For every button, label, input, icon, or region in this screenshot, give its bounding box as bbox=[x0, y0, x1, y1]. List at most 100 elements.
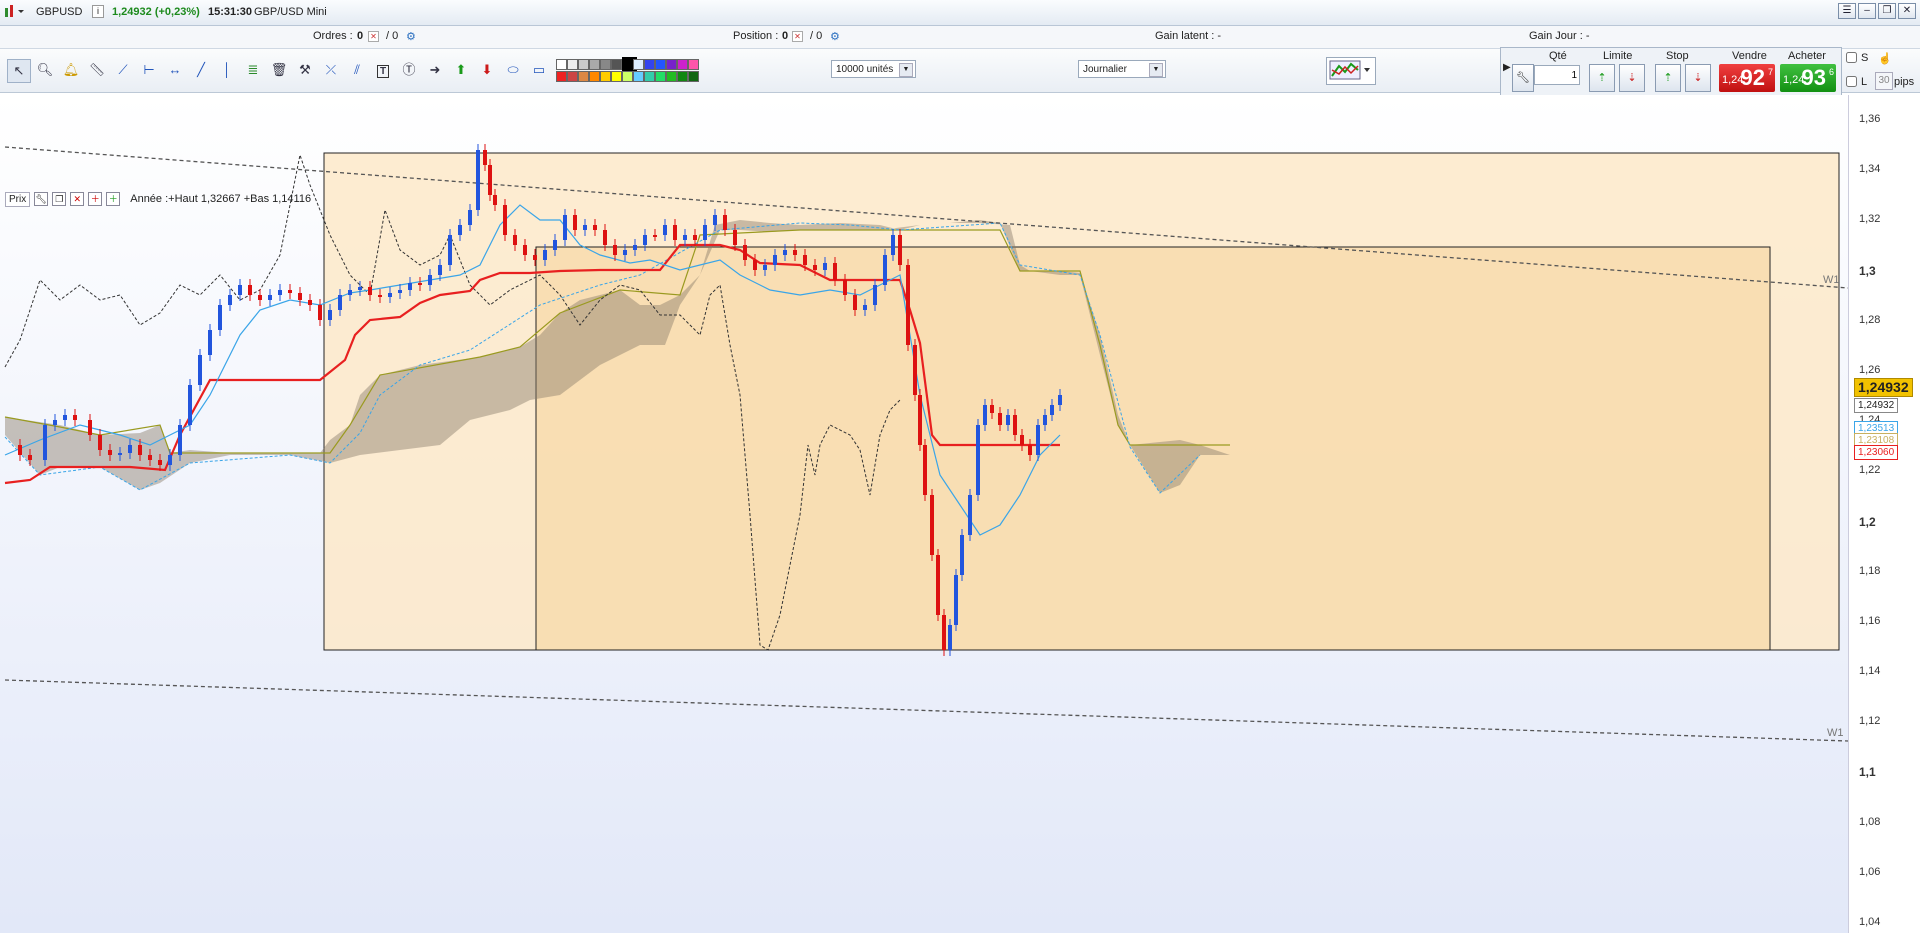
vline-icon[interactable]: │ bbox=[216, 59, 238, 81]
candle-body[interactable] bbox=[743, 245, 747, 260]
swatch-teal[interactable] bbox=[644, 71, 655, 82]
swatch-grey2[interactable] bbox=[578, 59, 589, 70]
swatch-darkred[interactable] bbox=[567, 71, 578, 82]
candle-body[interactable] bbox=[663, 225, 667, 235]
orders-close-icon[interactable]: ✕ bbox=[368, 30, 379, 42]
sell-button[interactable]: 1,24 92 7 bbox=[1719, 64, 1775, 92]
candle-body[interactable] bbox=[148, 455, 152, 460]
candle-body[interactable] bbox=[954, 575, 958, 625]
candle-body[interactable] bbox=[863, 305, 867, 310]
candle-body[interactable] bbox=[603, 230, 607, 245]
candle-body[interactable] bbox=[813, 265, 817, 270]
swatch-lightblue[interactable] bbox=[633, 59, 644, 70]
candle-body[interactable] bbox=[713, 215, 717, 225]
minimize-icon[interactable]: – bbox=[1858, 3, 1876, 19]
candle-body[interactable] bbox=[1036, 425, 1040, 455]
candle-body[interactable] bbox=[923, 445, 927, 495]
trash-icon[interactable]: 🗑︎ bbox=[268, 59, 290, 81]
candle-body[interactable] bbox=[623, 250, 627, 255]
stop-buy-icon[interactable]: ⇡ bbox=[1655, 64, 1681, 92]
swatch-royal[interactable] bbox=[655, 59, 666, 70]
candle-body[interactable] bbox=[633, 245, 637, 250]
candle-body[interactable] bbox=[418, 283, 422, 285]
collapse-arrow-icon[interactable]: ▶ bbox=[1503, 62, 1511, 73]
candle-body[interactable] bbox=[563, 215, 567, 240]
candle-body[interactable] bbox=[906, 265, 910, 345]
position-gear-icon[interactable]: ⚙ bbox=[830, 30, 840, 43]
candle-body[interactable] bbox=[803, 255, 807, 265]
candle-body[interactable] bbox=[773, 255, 777, 265]
candle-body[interactable] bbox=[968, 495, 972, 535]
candle-body[interactable] bbox=[523, 245, 527, 255]
candle-body[interactable] bbox=[930, 495, 934, 555]
candle-body[interactable] bbox=[883, 255, 887, 285]
ellipse-icon[interactable]: ⬭ bbox=[502, 59, 524, 81]
candle-body[interactable] bbox=[476, 150, 480, 210]
candle-body[interactable] bbox=[873, 285, 877, 305]
candle-body[interactable] bbox=[348, 290, 352, 295]
candle-body[interactable] bbox=[28, 455, 32, 460]
swatch-lime[interactable] bbox=[622, 71, 633, 82]
candle-body[interactable] bbox=[683, 235, 687, 240]
quantity-input[interactable] bbox=[1534, 65, 1580, 85]
swatch-green2[interactable] bbox=[666, 71, 677, 82]
candle-body[interactable] bbox=[248, 285, 252, 295]
candle-body[interactable] bbox=[218, 305, 222, 330]
candle-body[interactable] bbox=[118, 453, 122, 455]
swatch-blue[interactable] bbox=[644, 59, 655, 70]
pips-input[interactable]: 30 bbox=[1875, 72, 1893, 90]
channel-icon[interactable]: ⤫ bbox=[320, 59, 342, 81]
position-close-icon[interactable]: ✕ bbox=[792, 30, 803, 42]
buy-button[interactable]: 1,24 93 6 bbox=[1780, 64, 1836, 92]
hline-icon[interactable]: ⊢ bbox=[138, 59, 160, 81]
candle-body[interactable] bbox=[823, 263, 827, 270]
candle-body[interactable] bbox=[613, 245, 617, 255]
swatch-red[interactable] bbox=[556, 71, 567, 82]
candle-body[interactable] bbox=[238, 285, 242, 295]
candle-body[interactable] bbox=[338, 295, 342, 310]
candle-body[interactable] bbox=[503, 205, 507, 235]
hammer-icon[interactable]: ⚒ bbox=[294, 59, 316, 81]
pointer-icon[interactable]: ↖ bbox=[7, 59, 31, 83]
candle-body[interactable] bbox=[468, 210, 472, 225]
chart-icon[interactable] bbox=[4, 4, 26, 21]
candle-body[interactable] bbox=[98, 435, 102, 450]
candle-body[interactable] bbox=[128, 445, 132, 453]
candle-body[interactable] bbox=[793, 250, 797, 255]
remove-icon[interactable]: ✕ bbox=[70, 192, 85, 206]
rectangle-icon[interactable]: ▭ bbox=[528, 59, 550, 81]
ruler-icon[interactable]: 📏︎ bbox=[86, 59, 108, 81]
indicators-button[interactable] bbox=[1326, 57, 1376, 85]
candle-body[interactable] bbox=[753, 260, 757, 270]
candle-body[interactable] bbox=[733, 230, 737, 245]
swatch-gold[interactable] bbox=[600, 71, 611, 82]
limit-buy-icon[interactable]: ⇡ bbox=[1589, 64, 1615, 92]
candle-body[interactable] bbox=[448, 235, 452, 265]
swatch-purple[interactable] bbox=[666, 59, 677, 70]
candle-body[interactable] bbox=[43, 425, 47, 460]
candle-body[interactable] bbox=[998, 413, 1002, 425]
candle-body[interactable] bbox=[898, 235, 902, 265]
limit-sell-icon[interactable]: ⇣ bbox=[1619, 64, 1645, 92]
candle-body[interactable] bbox=[138, 445, 142, 455]
price-chart[interactable]: W1 W1 Prix 🔧︎ ❐ ✕ ＋ ＋ Année :+Haut 1,326… bbox=[0, 95, 1920, 933]
parallel-icon[interactable]: ⫽ bbox=[346, 59, 368, 81]
candle-body[interactable] bbox=[108, 450, 112, 455]
fibonacci-icon[interactable]: ≣ bbox=[242, 59, 264, 81]
candle-body[interactable] bbox=[178, 425, 182, 455]
add-green-icon[interactable]: ＋ bbox=[106, 192, 121, 206]
swatch-yellow[interactable] bbox=[611, 71, 622, 82]
candle-body[interactable] bbox=[53, 420, 57, 425]
candle-body[interactable] bbox=[948, 625, 952, 650]
swatch-sky[interactable] bbox=[633, 71, 644, 82]
candle-body[interactable] bbox=[198, 355, 202, 385]
candle-body[interactable] bbox=[1058, 395, 1062, 405]
candle-body[interactable] bbox=[308, 300, 312, 305]
candle-body[interactable] bbox=[488, 165, 492, 195]
candle-body[interactable] bbox=[268, 295, 272, 300]
period-select[interactable]: Journalier ▼ bbox=[1078, 60, 1166, 78]
candle-body[interactable] bbox=[378, 295, 382, 297]
swatch-darkgreen[interactable] bbox=[677, 71, 688, 82]
candle-body[interactable] bbox=[88, 420, 92, 435]
restore-icon[interactable]: ❐ bbox=[1878, 3, 1896, 19]
